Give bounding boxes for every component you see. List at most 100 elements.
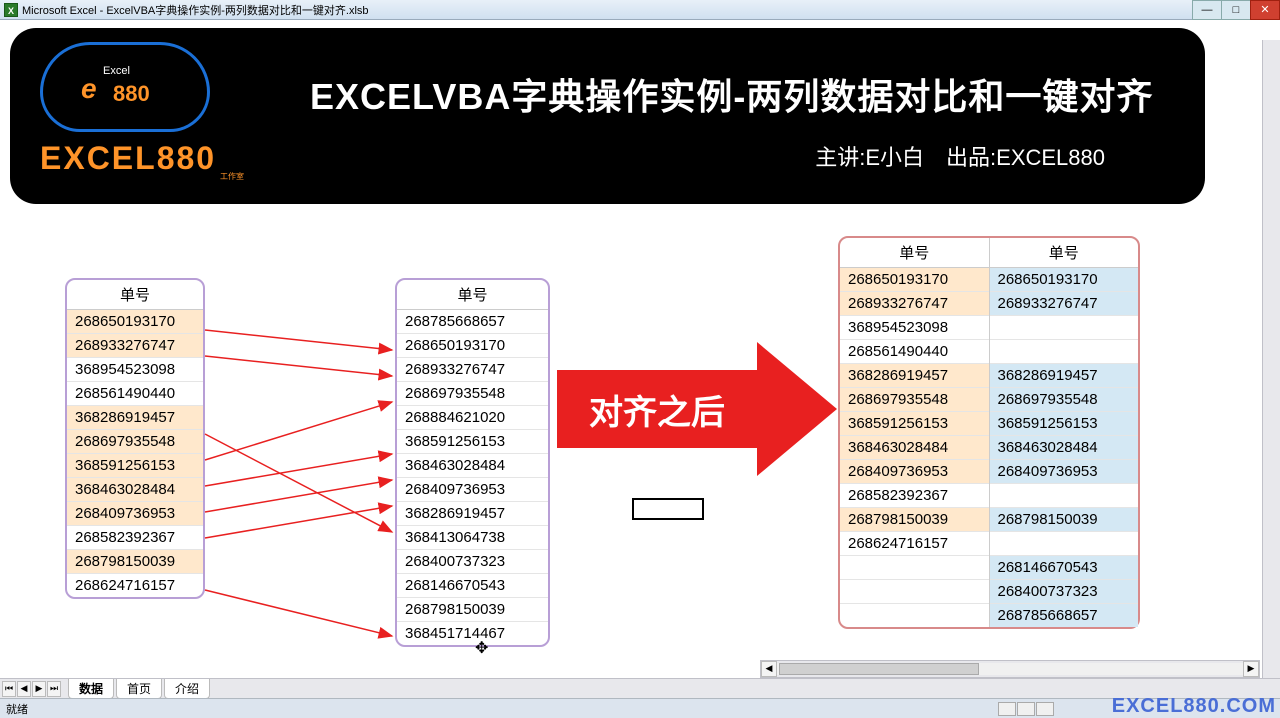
scroll-left-icon[interactable]: ◀: [761, 661, 777, 677]
right-cell-b[interactable]: 268409736953: [989, 460, 1138, 484]
status-bar: 就绪: [0, 698, 1280, 718]
nav-first-icon[interactable]: ⏮: [2, 681, 16, 697]
mid-cell[interactable]: 368463028484: [397, 454, 548, 478]
window-title: Microsoft Excel - ExcelVBA字典操作实例-两列数据对比和…: [22, 2, 369, 18]
left-cell[interactable]: 268798150039: [67, 550, 203, 574]
excel-icon: X: [4, 3, 18, 17]
right-cell-a[interactable]: 268697935548: [840, 388, 989, 412]
nav-next-icon[interactable]: ▶: [32, 681, 46, 697]
right-cell-a[interactable]: 268561490440: [840, 340, 989, 364]
big-arrow: 对齐之后: [557, 370, 757, 448]
left-cell[interactable]: 268650193170: [67, 310, 203, 334]
left-cell[interactable]: 368463028484: [67, 478, 203, 502]
mid-cell[interactable]: 268400737323: [397, 550, 548, 574]
left-cell[interactable]: 368286919457: [67, 406, 203, 430]
scroll-right-icon[interactable]: ▶: [1243, 661, 1259, 677]
right-cell-a[interactable]: 268933276747: [840, 292, 989, 316]
brand-text: EXCEL880: [40, 140, 244, 177]
nav-prev-icon[interactable]: ◀: [17, 681, 31, 697]
right-cell-b[interactable]: [989, 532, 1138, 556]
right-cell-b[interactable]: 268798150039: [989, 508, 1138, 532]
left-cell[interactable]: 268561490440: [67, 382, 203, 406]
sheet-tab-bar: ⏮ ◀ ▶ ⏭ 数据 首页 介绍 ◀ ▶: [0, 678, 1280, 698]
sheet-tab-data[interactable]: 数据: [68, 679, 114, 699]
selected-cell[interactable]: [632, 498, 704, 520]
right-cell-a[interactable]: 368286919457: [840, 364, 989, 388]
main-title: EXCELVBA字典操作实例-两列数据对比和一键对齐: [310, 68, 1153, 120]
mid-cell[interactable]: 268650193170: [397, 334, 548, 358]
title-banner: e Excel 880 EXCEL880 工作室 EXCELVBA字典操作实例-…: [10, 28, 1205, 204]
mid-cell[interactable]: 268785668657: [397, 310, 548, 334]
right-cell-b[interactable]: 268650193170: [989, 268, 1138, 292]
left-cell[interactable]: 268409736953: [67, 502, 203, 526]
mid-cell[interactable]: 368451714467: [397, 622, 548, 646]
right-header-b: 单号: [989, 238, 1138, 268]
right-cell-b[interactable]: 268146670543: [989, 556, 1138, 580]
logo: e Excel 880 EXCEL880 工作室: [40, 42, 244, 182]
right-cell-a[interactable]: 268650193170: [840, 268, 989, 292]
right-cell-b[interactable]: 268400737323: [989, 580, 1138, 604]
right-cell-b[interactable]: [989, 340, 1138, 364]
mid-cell[interactable]: 268146670543: [397, 574, 548, 598]
right-cell-a[interactable]: 368591256153: [840, 412, 989, 436]
worksheet-area[interactable]: e Excel 880 EXCEL880 工作室 EXCELVBA字典操作实例-…: [0, 20, 1280, 698]
right-cell-b[interactable]: [989, 316, 1138, 340]
left-header: 单号: [67, 280, 203, 310]
left-cell[interactable]: 368591256153: [67, 454, 203, 478]
mid-cell[interactable]: 268697935548: [397, 382, 548, 406]
status-ready: 就绪: [6, 701, 28, 717]
left-cell[interactable]: 268624716157: [67, 574, 203, 598]
right-cell-b[interactable]: 268785668657: [989, 604, 1138, 628]
mid-cell[interactable]: 268884621020: [397, 406, 548, 430]
mid-cell[interactable]: 268798150039: [397, 598, 548, 622]
right-cell-a[interactable]: 368954523098: [840, 316, 989, 340]
right-cell-a[interactable]: 268582392367: [840, 484, 989, 508]
mid-cell[interactable]: 368413064738: [397, 526, 548, 550]
left-cell[interactable]: 268933276747: [67, 334, 203, 358]
maximize-button[interactable]: □: [1221, 0, 1251, 20]
view-layout-icon[interactable]: [1017, 702, 1035, 716]
right-cell-b[interactable]: 268933276747: [989, 292, 1138, 316]
scroll-thumb[interactable]: [779, 663, 979, 675]
arrow-label: 对齐之后: [589, 385, 725, 434]
right-cell-b[interactable]: 368286919457: [989, 364, 1138, 388]
mid-cell[interactable]: 368286919457: [397, 502, 548, 526]
right-cell-b[interactable]: 368591256153: [989, 412, 1138, 436]
left-table: 单号 2686501931702689332767473689545230982…: [65, 278, 205, 599]
minimize-button[interactable]: —: [1192, 0, 1222, 20]
sheet-tab-intro[interactable]: 介绍: [164, 679, 210, 699]
right-cell-a[interactable]: [840, 556, 989, 580]
right-cell-b[interactable]: 268697935548: [989, 388, 1138, 412]
view-normal-icon[interactable]: [998, 702, 1016, 716]
right-table: 单号 单号 2686501931702686501931702689332767…: [838, 236, 1140, 629]
left-cell[interactable]: 368954523098: [67, 358, 203, 382]
right-header-a: 单号: [840, 238, 989, 268]
subtitle: 主讲:E小白 出品:EXCEL880: [815, 140, 1105, 172]
cloud-icon: e Excel 880: [40, 42, 210, 132]
mid-cell[interactable]: 268933276747: [397, 358, 548, 382]
left-cell[interactable]: 268582392367: [67, 526, 203, 550]
right-cell-a[interactable]: 268409736953: [840, 460, 989, 484]
brand-sub: 工作室: [220, 171, 244, 182]
right-cell-b[interactable]: [989, 484, 1138, 508]
right-cell-a[interactable]: 268624716157: [840, 532, 989, 556]
mid-cell[interactable]: 368591256153: [397, 430, 548, 454]
right-cell-a[interactable]: [840, 604, 989, 628]
right-cell-b[interactable]: 368463028484: [989, 436, 1138, 460]
vertical-scrollbar[interactable]: [1262, 40, 1280, 700]
right-cell-a[interactable]: 368463028484: [840, 436, 989, 460]
mouse-cursor: ✥: [475, 638, 488, 658]
watermark: EXCEL880.COM: [1112, 695, 1276, 718]
mid-table: 单号 2687856686572686501931702689332767472…: [395, 278, 550, 647]
left-cell[interactable]: 268697935548: [67, 430, 203, 454]
mid-header: 单号: [397, 280, 548, 310]
close-button[interactable]: ✕: [1250, 0, 1280, 20]
mid-cell[interactable]: 268409736953: [397, 478, 548, 502]
right-cell-a[interactable]: 268798150039: [840, 508, 989, 532]
right-cell-a[interactable]: [840, 580, 989, 604]
nav-last-icon[interactable]: ⏭: [47, 681, 61, 697]
sheet-tab-home[interactable]: 首页: [116, 679, 162, 699]
window-titlebar: X Microsoft Excel - ExcelVBA字典操作实例-两列数据对…: [0, 0, 1280, 20]
view-break-icon[interactable]: [1036, 702, 1054, 716]
horizontal-scrollbar[interactable]: ◀ ▶: [760, 660, 1260, 678]
